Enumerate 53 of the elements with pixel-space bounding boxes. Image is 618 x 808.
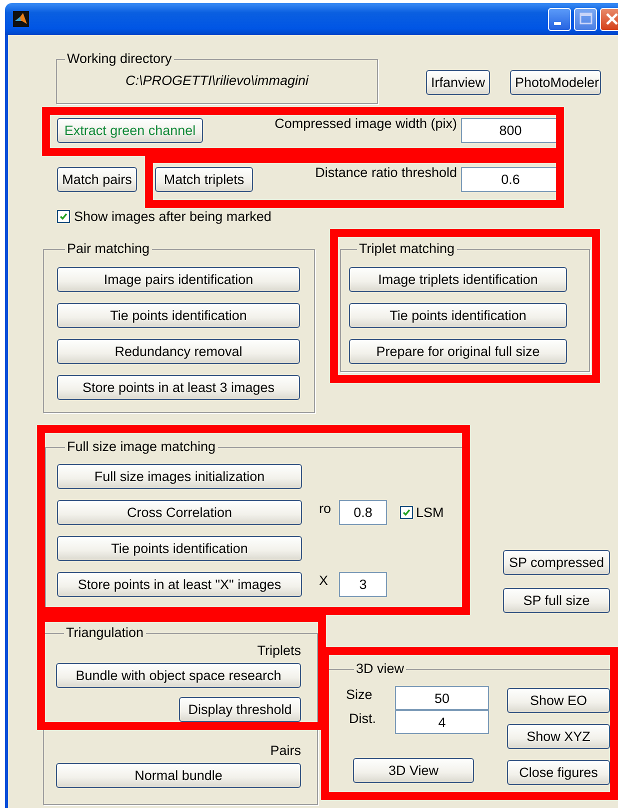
action-button[interactable]: Redundancy removal (57, 339, 300, 364)
bundle-button[interactable]: Bundle with object space research (56, 663, 301, 688)
value-input[interactable]: 3 (339, 572, 387, 597)
group-title: Triplet matching (358, 241, 456, 257)
group-title: Full size image matching (66, 439, 217, 455)
minimize-button[interactable] (548, 8, 571, 30)
action-button[interactable]: Cross Correlation (57, 500, 302, 525)
photomodeler-button[interactable]: PhotoModeler (510, 70, 601, 95)
value-input[interactable]: 50 (395, 686, 489, 710)
view-3d-button[interactable]: 3D View (353, 758, 474, 783)
field-label: X (319, 573, 330, 588)
checkbox-label: LSM (416, 505, 444, 520)
display-threshold-button[interactable]: Display threshold (179, 697, 301, 722)
field-label: Compressed image width (pix) (274, 116, 457, 131)
value-input[interactable]: 4 (395, 710, 489, 734)
field-label: Size (346, 686, 374, 702)
field-label: Dist. (349, 710, 377, 726)
action-button[interactable]: Close figures (507, 760, 610, 785)
action-button[interactable]: Tie points identification (57, 303, 300, 328)
match-pairs-button[interactable]: Match pairs (57, 167, 137, 192)
checkbox[interactable] (57, 210, 70, 223)
group-title: 3D view (355, 661, 406, 677)
action-button[interactable]: Image triplets identification (349, 267, 567, 292)
action-button[interactable]: Show XYZ (507, 724, 610, 749)
irfanview-button[interactable]: Irfanview (426, 70, 490, 95)
match-triplets-button[interactable]: Match triplets (155, 167, 253, 192)
field-label: Distance ratio threshold (315, 165, 457, 180)
minimize-icon (554, 22, 560, 24)
checkbox-label: Show images after being marked (74, 209, 272, 224)
app-icon (13, 11, 29, 27)
action-button[interactable]: Prepare for original full size (349, 339, 567, 364)
sp-button[interactable]: SP full size (503, 588, 610, 613)
field-label: ro (319, 501, 332, 516)
action-button[interactable]: Tie points identification (349, 303, 567, 328)
normal-bundle-button[interactable]: Normal bundle (56, 763, 301, 788)
close-button[interactable] (600, 8, 618, 30)
action-button[interactable]: Store points in at least 3 images (57, 375, 300, 400)
action-button[interactable]: Image pairs identification (57, 267, 300, 292)
section-label: Triplets (257, 643, 301, 659)
directory-path: C:\PROGETTI\rilievo\immagini (124, 73, 310, 88)
action-button[interactable]: Show EO (507, 688, 610, 713)
value-input[interactable]: 0.8 (339, 500, 387, 525)
action-button[interactable]: Tie points identification (57, 536, 302, 561)
section-label: Pairs (270, 743, 301, 759)
action-button[interactable]: Store points in at least "X" images (57, 572, 302, 597)
action-button[interactable]: Full size images initialization (57, 464, 302, 489)
group-title: Pair matching (66, 241, 151, 257)
group-title: Triangulation (65, 625, 145, 641)
checkbox[interactable] (400, 506, 413, 519)
maximize-button[interactable] (574, 8, 597, 30)
sp-button[interactable]: SP compressed (503, 550, 610, 575)
group-title: Working directory (66, 51, 173, 67)
extract-channel-button[interactable]: Extract green channel (57, 118, 203, 143)
